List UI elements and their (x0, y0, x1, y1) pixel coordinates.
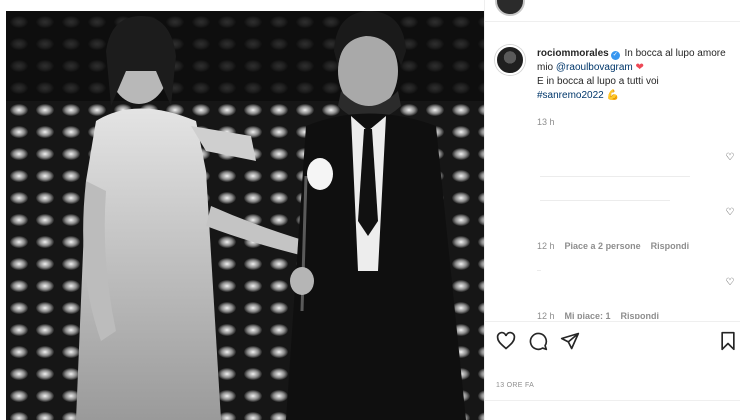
comment-meta: 12 h Mi piace: 1 Rispondi (537, 311, 669, 319)
caption-timestamp: 13 h (537, 117, 555, 127)
heart-outline-icon[interactable]: ♡ (725, 153, 735, 163)
comment-meta: 12 h Piace a 2 persone Rispondi (537, 241, 699, 251)
flexed-biceps-icon: 💪 (606, 90, 619, 101)
heart-outline-icon[interactable]: ♡ (725, 278, 735, 288)
avatar[interactable] (495, 45, 525, 75)
divider (485, 21, 740, 22)
comment-time: 12 h (537, 241, 555, 251)
bookmark-icon[interactable] (718, 331, 738, 351)
paper-plane-icon[interactable] (560, 331, 580, 351)
reply-button[interactable]: Rispondi (621, 311, 660, 319)
action-bar (496, 331, 736, 353)
reply-button[interactable]: Rispondi (651, 241, 690, 251)
blurred-comment (540, 176, 690, 177)
red-heart-icon: ❤ (635, 62, 644, 73)
comment-time: 12 h (537, 311, 555, 319)
hashtag-link[interactable]: #sanremo2022 (537, 90, 604, 101)
post-photo[interactable] (6, 11, 484, 420)
caption-text: rociommorales ✓ In bocca al lupo amore mi… (537, 47, 735, 103)
photo-pane (0, 0, 484, 420)
post-date: 13 ORE FA (496, 382, 535, 389)
blurred-comment (540, 200, 670, 201)
mention-link[interactable]: @raoulbovagram (556, 62, 633, 73)
divider (485, 400, 740, 401)
comment-bubble-icon[interactable] (528, 331, 548, 351)
heart-outline-icon[interactable] (496, 331, 516, 351)
blurred-comment (537, 270, 541, 271)
comment-likes[interactable]: Piace a 2 persone (565, 241, 641, 251)
comment-likes[interactable]: Mi piace: 1 (565, 311, 611, 319)
divider (485, 321, 740, 322)
comments-panel: rociommorales ✓ In bocca al lupo amore mi… (484, 0, 740, 420)
caption-line-2: E in bocca al lupo a tutti voi (537, 76, 659, 87)
verified-badge-icon: ✓ (610, 51, 620, 60)
post-image (6, 11, 484, 420)
username-link[interactable]: rociommorales (537, 48, 609, 59)
heart-outline-icon[interactable]: ♡ (725, 208, 735, 218)
header-avatar[interactable] (495, 0, 525, 16)
